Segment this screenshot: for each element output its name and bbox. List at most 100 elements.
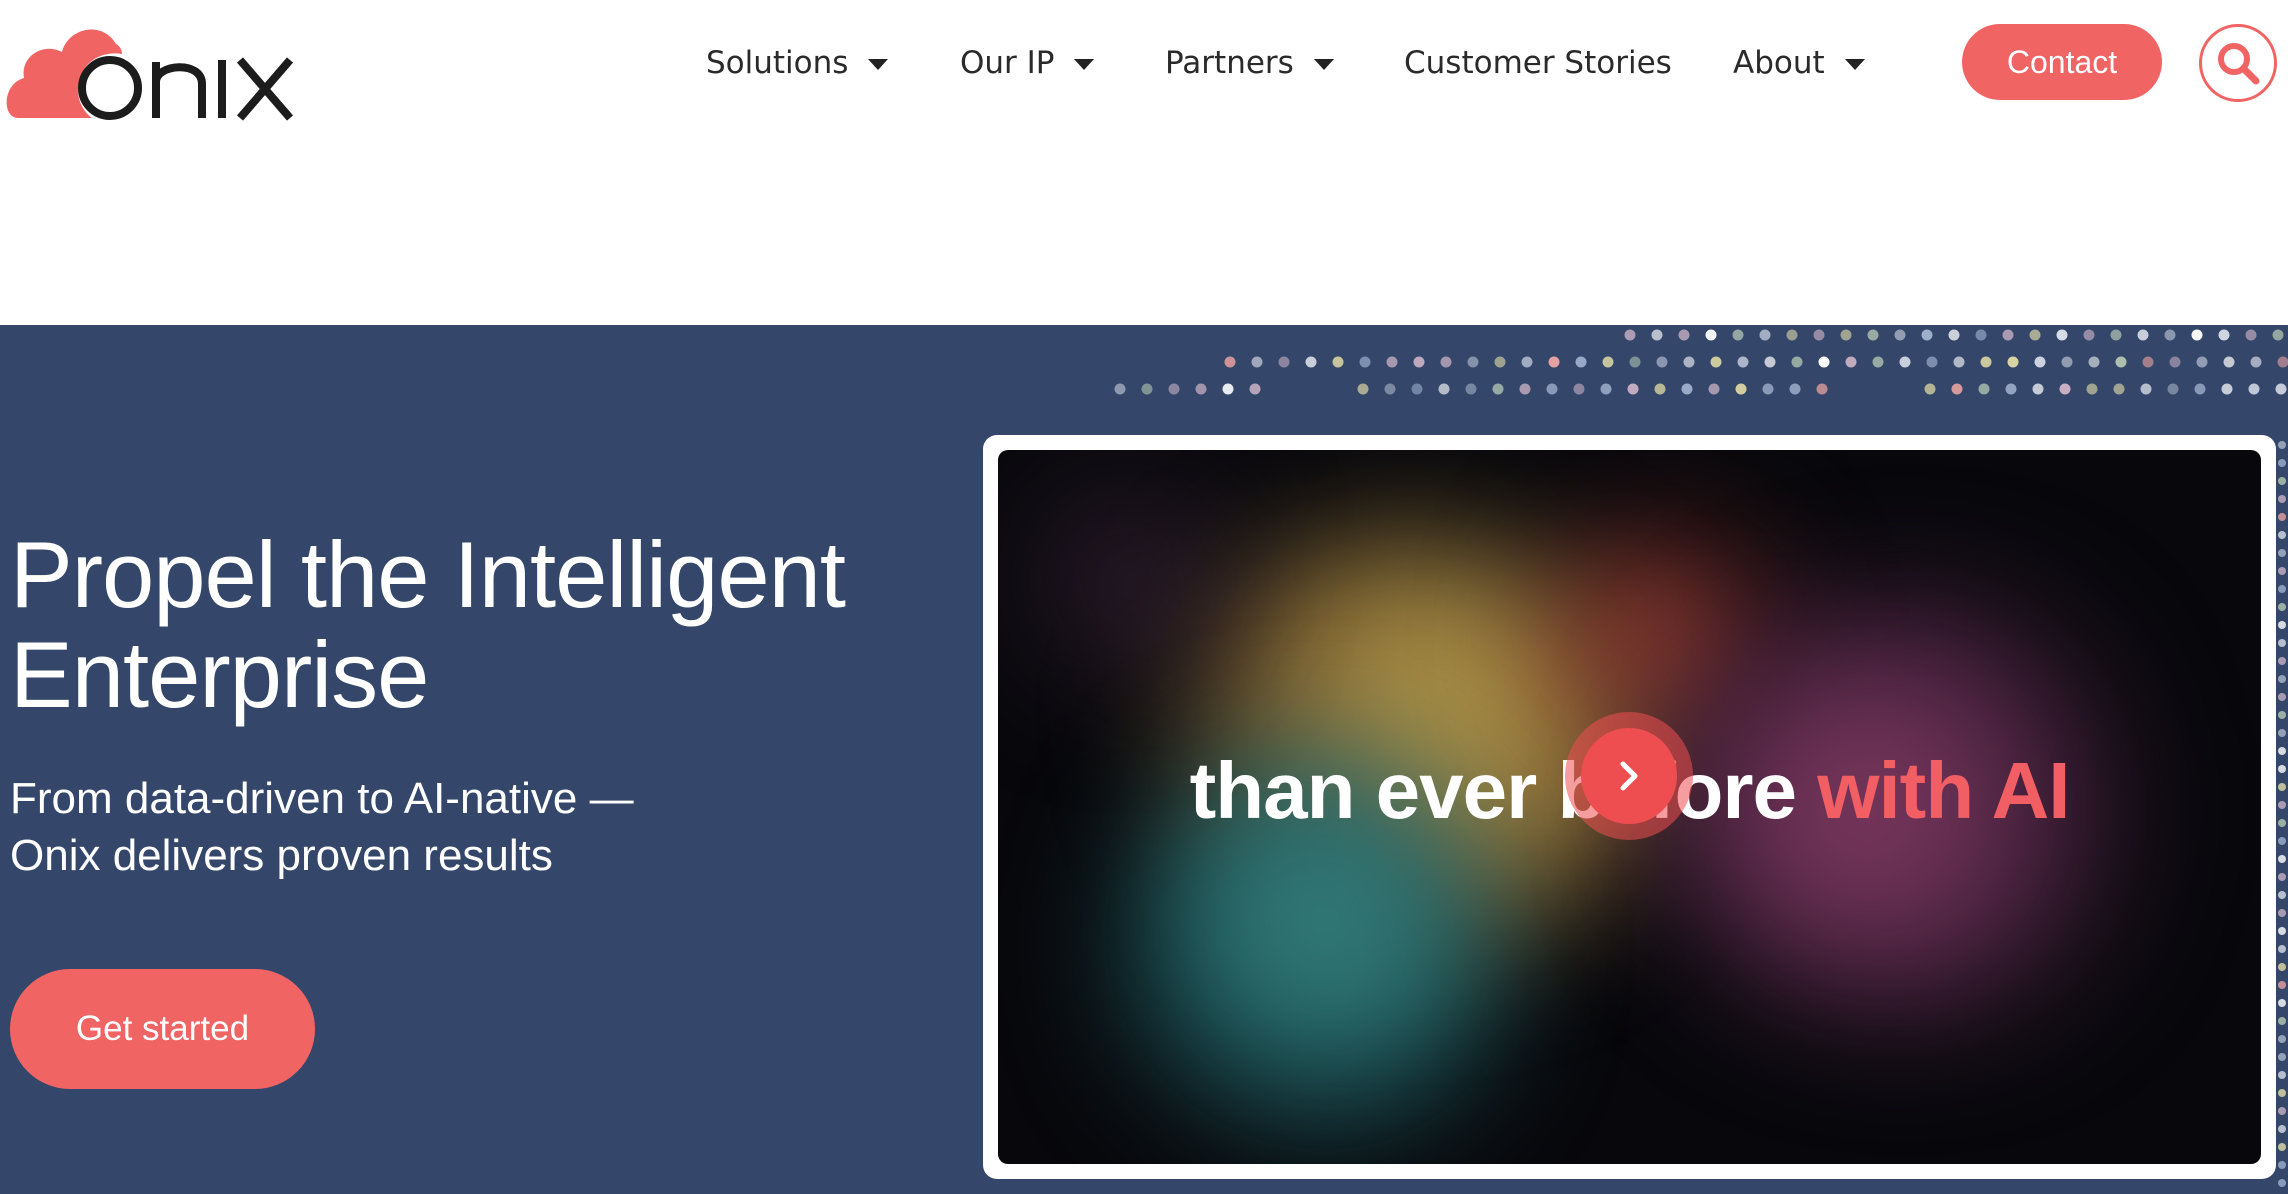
decorative-dot [2278, 981, 2286, 989]
decorative-dot [1894, 329, 1906, 341]
decorative-dot [2278, 1107, 2286, 1115]
nav-item-our-ip[interactable]: Our IP [960, 38, 1095, 88]
decorative-dot [1384, 383, 1396, 395]
decorative-dot [1924, 383, 1936, 395]
nav-item-customer-stories[interactable]: Customer Stories [1404, 38, 1672, 88]
nav-label: About [1733, 45, 1825, 81]
decorative-dot [2278, 1035, 2286, 1043]
decorative-dot [1840, 329, 1852, 341]
decorative-dot [1278, 356, 1290, 368]
decorative-dot [2029, 329, 2041, 341]
decorative-dot [2278, 945, 2286, 953]
edge-dot-decoration [2278, 441, 2286, 1187]
decorative-dot [2140, 383, 2152, 395]
decorative-dot [2278, 531, 2286, 539]
decorative-dot [1764, 356, 1776, 368]
decorative-dot [1440, 356, 1452, 368]
decorative-dot [1386, 356, 1398, 368]
decorative-dot [2278, 837, 2286, 845]
decorative-dot [1735, 383, 1747, 395]
decorative-dot [2164, 329, 2176, 341]
chevron-right-icon [1620, 761, 1638, 791]
decorative-dot [2221, 383, 2233, 395]
decorative-dot [2191, 329, 2203, 341]
decorative-dot [1978, 383, 1990, 395]
decorative-dot [1467, 356, 1479, 368]
decorative-dot [2278, 819, 2286, 827]
play-button[interactable] [1581, 728, 1677, 824]
nav-label: Partners [1165, 45, 1294, 81]
decorative-dot [1975, 329, 1987, 341]
decorative-dot [2278, 675, 2286, 683]
decorative-dot [2278, 999, 2286, 1007]
decorative-dot [1926, 356, 1938, 368]
decorative-dot [2278, 765, 2286, 773]
decorative-dot [2278, 891, 2286, 899]
decorative-dot [2083, 329, 2095, 341]
caret-down-icon [1074, 58, 1095, 70]
decorative-dot [1438, 383, 1450, 395]
get-started-button[interactable]: Get started [10, 969, 315, 1089]
decorative-dot [1413, 356, 1425, 368]
decorative-dot [1953, 356, 1965, 368]
decorative-dot [2113, 383, 2125, 395]
decorative-dot [2278, 729, 2286, 737]
decorative-dot [1359, 356, 1371, 368]
decorative-dot [1867, 329, 1879, 341]
decorative-dot [2278, 747, 2286, 755]
decorative-dot [1224, 356, 1236, 368]
caret-down-icon [868, 58, 889, 70]
decorative-dot [2278, 1071, 2286, 1079]
decorative-dot [1627, 383, 1639, 395]
nav-item-about[interactable]: About [1733, 38, 1865, 88]
decorative-dot [2278, 1143, 2286, 1151]
contact-button[interactable]: Contact [1962, 24, 2162, 100]
decorative-dot [1548, 356, 1560, 368]
decorative-dot [2278, 927, 2286, 935]
decorative-dot [1816, 383, 1828, 395]
decorative-dot [1899, 356, 1911, 368]
decorative-dot [1629, 356, 1641, 368]
nav-item-solutions[interactable]: Solutions [706, 38, 889, 88]
hero-video[interactable]: than ever before with AI [998, 450, 2261, 1164]
nav-label: Solutions [706, 45, 849, 81]
nav-label: Customer Stories [1404, 45, 1672, 81]
decorative-dot [1573, 383, 1585, 395]
video-frame: than ever before with AI [983, 435, 2276, 1179]
caret-down-icon [1844, 58, 1865, 70]
decorative-dot [1732, 329, 1744, 341]
caption-accent-text: with AI [1817, 746, 2070, 835]
search-button[interactable] [2199, 24, 2277, 102]
decorative-dot [2056, 329, 2068, 341]
decorative-dot [1948, 329, 1960, 341]
decorative-dot [2223, 356, 2235, 368]
decorative-dot [1791, 356, 1803, 368]
decorative-dot [2278, 1125, 2286, 1133]
decorative-dot [2278, 585, 2286, 593]
decorative-dot [2278, 711, 2286, 719]
nav-label: Our IP [960, 45, 1055, 81]
decorative-dot [1708, 383, 1720, 395]
decorative-dot [2250, 356, 2262, 368]
decorative-dot [2278, 1017, 2286, 1025]
decorative-dot [2196, 356, 2208, 368]
video-blob [998, 450, 1258, 710]
decorative-dot [2278, 909, 2286, 917]
decorative-dot [1762, 383, 1774, 395]
hero-subtitle: From data-driven to AI-native — Onix del… [10, 774, 634, 880]
dot-pattern-decoration [1114, 329, 2288, 395]
decorative-dot [1710, 356, 1722, 368]
caret-down-icon [1313, 58, 1334, 70]
decorative-dot [1492, 383, 1504, 395]
decorative-dot [2278, 513, 2286, 521]
decorative-dot [1141, 383, 1153, 395]
decorative-dot [1602, 356, 1614, 368]
main-nav: Solutions Our IP Partners Customer Stori… [0, 0, 2288, 126]
nav-item-partners[interactable]: Partners [1165, 38, 1334, 88]
search-icon [2218, 43, 2260, 85]
decorative-dot [2278, 1161, 2286, 1169]
decorative-dot [1249, 383, 1261, 395]
decorative-dot [1654, 383, 1666, 395]
decorative-dot [2032, 383, 2044, 395]
decorative-dot [1251, 356, 1263, 368]
